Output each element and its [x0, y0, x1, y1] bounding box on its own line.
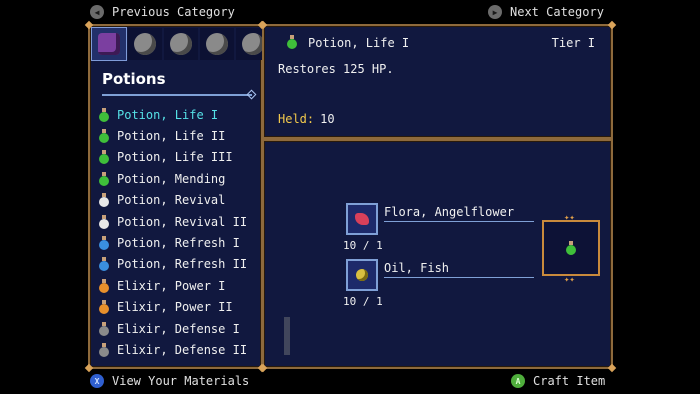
material-name: Flora, Angelflower	[384, 205, 515, 219]
bottom-bar: X View Your Materials A Craft Item	[0, 370, 700, 394]
a-button-icon: A	[511, 374, 525, 388]
potion-icon	[98, 171, 110, 186]
item-list-panel: Potions Potion, Life I Potion, Life II Pot…	[84, 20, 270, 373]
craft-item-hint[interactable]: A Craft Item	[511, 374, 605, 388]
potion-icon	[286, 35, 298, 49]
creature-icon	[206, 33, 228, 55]
held-value: 10	[320, 112, 335, 126]
list-item-label: Potion, Life III	[117, 150, 233, 165]
title-divider	[102, 94, 252, 96]
bumper-right-icon: ▶	[488, 5, 502, 19]
list-item-label: Potion, Revival	[117, 193, 226, 208]
list-item[interactable]: Potion, Refresh I	[98, 232, 258, 253]
potion-icon	[98, 342, 110, 357]
text-cursor-icon	[284, 317, 290, 355]
potion-icon	[98, 150, 110, 165]
material-underline	[384, 221, 534, 222]
list-item[interactable]: Potion, Revival II	[98, 211, 258, 232]
creature-icon	[170, 33, 192, 55]
list-item[interactable]: Elixir, Defense II	[98, 339, 258, 360]
material-count: 10 / 1	[343, 239, 383, 252]
list-item-label: Potion, Mending	[117, 171, 226, 186]
category-tabs	[91, 27, 270, 61]
potion-icon	[98, 129, 110, 144]
divider-ornament	[246, 89, 257, 100]
bumper-left-icon: ◀	[90, 5, 104, 19]
potion-icon	[98, 107, 110, 122]
potion-icon	[98, 193, 110, 208]
item-tier: Tier I	[551, 36, 595, 50]
potion-icon	[98, 257, 110, 272]
list-item[interactable]: Potion, Revival	[98, 190, 258, 211]
flower-icon	[355, 213, 369, 225]
tab-category-3[interactable]	[164, 28, 198, 60]
list-item[interactable]: Potion, Life III	[98, 147, 258, 168]
potion-icon	[98, 278, 110, 293]
held-count: Held: 10	[278, 112, 335, 126]
material-slot-angelflower[interactable]	[346, 203, 378, 235]
material-slot-fish-oil[interactable]	[346, 259, 378, 291]
held-label: Held:	[278, 112, 315, 126]
top-bar: ◀ Previous Category ▶ Next Category	[0, 0, 700, 24]
result-slot[interactable]	[542, 220, 600, 276]
potion-icon	[98, 214, 110, 229]
potion-icon	[565, 241, 577, 255]
item-description: Restores 125 HP.	[278, 62, 394, 76]
list-item-label: Potion, Refresh I	[117, 236, 240, 251]
creature-icon	[134, 33, 156, 55]
material-underline	[384, 277, 534, 278]
list-item[interactable]: Potion, Refresh II	[98, 254, 258, 275]
list-item-label: Elixir, Defense I	[117, 321, 240, 336]
material-name: Oil, Fish	[384, 261, 450, 275]
recipe-panel: Flora, Angelflower 10 / 1 Oil, Fish 10 /…	[258, 139, 617, 373]
list-item[interactable]: Elixir, Defense I	[98, 318, 258, 339]
creature-icon	[242, 33, 264, 55]
craft-item-label: Craft Item	[533, 374, 606, 388]
list-item[interactable]: Potion, Mending	[98, 168, 258, 189]
sparkle-icon: ✦✦	[564, 213, 575, 223]
list-item-label: Potion, Life I	[117, 107, 219, 122]
potion-icon	[98, 321, 110, 336]
list-item[interactable]: Elixir, Power II	[98, 297, 258, 318]
list-item[interactable]: Potion, Life II	[98, 125, 258, 146]
list-item[interactable]: Elixir, Power I	[98, 275, 258, 296]
view-materials-label: View Your Materials	[112, 374, 250, 388]
next-category-hint[interactable]: ▶ Next Category	[488, 5, 604, 19]
list-item-label: Potion, Refresh II	[117, 257, 248, 272]
view-materials-hint[interactable]: X View Your Materials	[90, 374, 249, 388]
oil-icon	[356, 269, 368, 281]
category-title: Potions	[102, 70, 166, 88]
list-item-label: Potion, Life II	[117, 129, 226, 144]
list-item-label: Elixir, Defense II	[117, 342, 248, 357]
list-item-label: Elixir, Power II	[117, 300, 233, 315]
item-detail-panel: Potion, Life I Tier I Restores 125 HP. H…	[258, 20, 617, 139]
material-count: 10 / 1	[343, 295, 383, 308]
list-item-label: Elixir, Power I	[117, 278, 226, 293]
potion-icon	[98, 236, 110, 251]
potion-icon	[98, 33, 120, 55]
tab-potions[interactable]	[91, 27, 127, 61]
x-button-icon: X	[90, 374, 104, 388]
potion-icon	[98, 300, 110, 315]
tab-category-4[interactable]	[200, 28, 234, 60]
previous-category-label: Previous Category	[112, 5, 235, 19]
next-category-label: Next Category	[510, 5, 604, 19]
previous-category-hint[interactable]: ◀ Previous Category	[90, 5, 235, 19]
item-name: Potion, Life I	[308, 36, 410, 50]
list-item[interactable]: Potion, Life I	[98, 104, 258, 125]
list-item-label: Potion, Revival II	[117, 214, 248, 229]
sparkle-icon: ✦✦	[564, 275, 575, 285]
item-list: Potion, Life I Potion, Life II Potion, Lif…	[98, 104, 258, 361]
tab-category-2[interactable]	[128, 28, 162, 60]
